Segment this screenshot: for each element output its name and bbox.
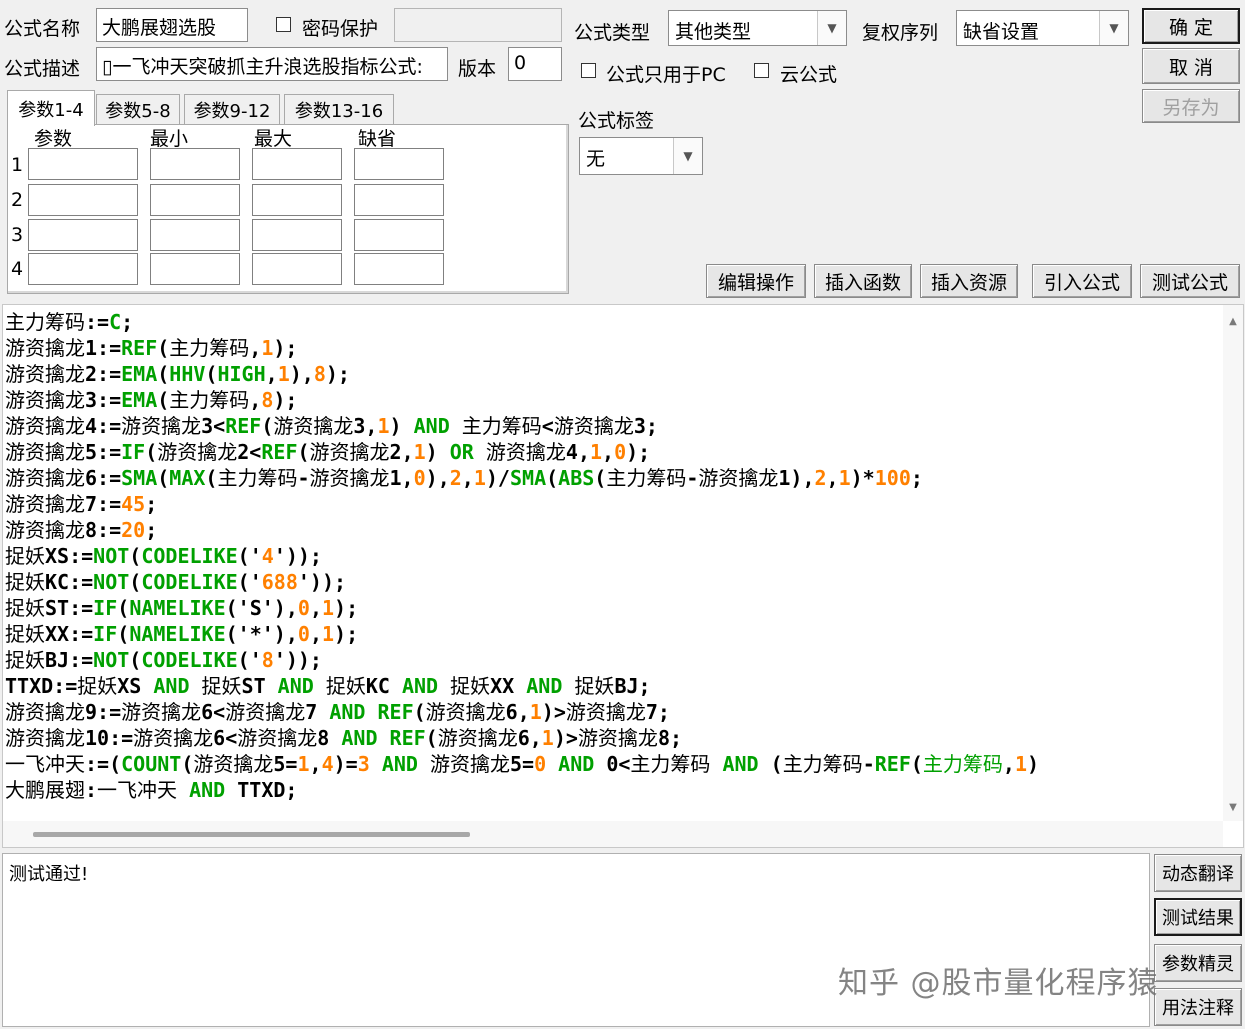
param-min-input[interactable] xyxy=(150,253,240,285)
usage-notes-button[interactable]: 用法注释 xyxy=(1154,988,1242,1026)
password-input[interactable] xyxy=(394,8,562,42)
dynamic-translate-button[interactable]: 动态翻译 xyxy=(1154,854,1242,892)
formula-code-editor[interactable]: 主力筹码:=C; 游资擒龙1:=REF(主力筹码,1); 游资擒龙2:=EMA(HH… xyxy=(2,304,1244,848)
insert-function-button[interactable]: 插入函数 xyxy=(814,264,912,298)
formula-type-label: 公式类型 xyxy=(574,22,651,44)
param-row-number: 3 xyxy=(11,224,24,246)
code-line: 捉妖XX:=IF(NAMELIKE('*'),0,1); xyxy=(5,622,359,646)
param-header-name: 参数 xyxy=(34,128,73,150)
edit-operations-button[interactable]: 编辑操作 xyxy=(706,264,806,298)
code-line: 一飞冲天:=(COUNT(游资擒龙5=1,4)=3 AND 游资擒龙5=0 AN… xyxy=(5,752,1040,776)
horizontal-scrollbar[interactable] xyxy=(3,821,1223,847)
param-default-input[interactable] xyxy=(354,148,444,180)
import-formula-button[interactable]: 引入公式 xyxy=(1032,264,1132,298)
param-name-input[interactable] xyxy=(28,184,138,216)
formula-tag-value: 无 xyxy=(586,148,606,170)
param-wizard-button[interactable]: 参数精灵 xyxy=(1154,944,1242,982)
param-min-input[interactable] xyxy=(150,148,240,180)
test-result-button[interactable]: 测试结果 xyxy=(1154,898,1242,936)
password-label: 密码保护 xyxy=(302,18,379,40)
code-line: 游资擒龙8:=20; xyxy=(5,518,158,542)
formula-code[interactable]: 主力筹码:=C; 游资擒龙1:=REF(主力筹码,1); 游资擒龙2:=EMA(HH… xyxy=(5,309,1221,803)
param-row-number: 1 xyxy=(11,154,24,176)
rights-value: 缺省设置 xyxy=(963,21,1040,43)
rights-label: 复权序列 xyxy=(862,22,939,44)
tab-params-9-12[interactable]: 参数9-12 xyxy=(184,94,280,124)
horizontal-scroll-thumb[interactable] xyxy=(33,832,470,837)
rights-select[interactable]: 缺省设置 ▼ xyxy=(956,10,1129,46)
param-name-input[interactable] xyxy=(28,219,138,251)
watermark: 知乎 @股市量化程序猿 xyxy=(838,966,1159,1001)
param-row-number: 2 xyxy=(11,189,24,211)
code-line: TTXD:=捉妖XS AND 捉妖ST AND 捉妖KC AND 捉妖XX AN… xyxy=(5,674,651,698)
param-header-default: 缺省 xyxy=(358,128,397,150)
cloud-formula-checkbox[interactable] xyxy=(754,63,769,78)
formula-name-input[interactable]: 大鹏展翅选股 xyxy=(96,8,248,42)
param-min-input[interactable] xyxy=(150,219,240,251)
param-max-input[interactable] xyxy=(252,148,342,180)
param-default-input[interactable] xyxy=(354,219,444,251)
code-line: 捉妖BJ:=NOT(CODELIKE('8')); xyxy=(5,648,322,672)
param-max-input[interactable] xyxy=(252,253,342,285)
vertical-scrollbar[interactable]: ▲ ▼ xyxy=(1223,305,1243,821)
formula-desc-label: 公式描述 xyxy=(4,58,81,80)
save-as-button[interactable]: 另存为 xyxy=(1142,89,1240,123)
param-default-input[interactable] xyxy=(354,253,444,285)
formula-name-label: 公式名称 xyxy=(4,18,81,40)
test-output-text: 测试通过! xyxy=(9,864,89,885)
param-row-number: 4 xyxy=(11,258,24,280)
formula-desc-input[interactable]: ▯一飞冲天突破抓主升浪选股指标公式: xyxy=(96,47,448,81)
version-input[interactable]: 0 xyxy=(508,47,562,81)
chevron-down-icon[interactable]: ▼ xyxy=(673,138,702,174)
cloud-formula-label: 云公式 xyxy=(780,64,838,86)
param-header-max: 最大 xyxy=(254,128,293,150)
ok-button[interactable]: 确 定 xyxy=(1142,8,1240,44)
formula-type-value: 其他类型 xyxy=(675,21,752,43)
test-formula-button[interactable]: 测试公式 xyxy=(1140,264,1240,298)
code-line: 捉妖ST:=IF(NAMELIKE('S'),0,1); xyxy=(5,596,359,620)
code-line: 游资擒龙10:=游资擒龙6<游资擒龙8 AND REF(游资擒龙6,1)>游资擒… xyxy=(5,726,683,750)
code-line: 游资擒龙5:=IF(游资擒龙2<REF(游资擒龙2,1) OR 游资擒龙4,1,… xyxy=(5,440,651,464)
tab-params-5-8[interactable]: 参数5-8 xyxy=(96,94,180,124)
tab-params-1-4[interactable]: 参数1-4 xyxy=(7,90,95,126)
cancel-button[interactable]: 取 消 xyxy=(1142,48,1240,84)
tab-params-13-16[interactable]: 参数13-16 xyxy=(284,94,394,124)
chevron-down-icon[interactable]: ▼ xyxy=(817,11,846,45)
chevron-down-icon[interactable]: ▼ xyxy=(1099,11,1128,45)
param-max-input[interactable] xyxy=(252,184,342,216)
pc-only-label: 公式只用于PC xyxy=(606,64,726,86)
formula-tag-select[interactable]: 无 ▼ xyxy=(579,137,703,175)
code-line: 捉妖KC:=NOT(CODELIKE('688')); xyxy=(5,570,347,594)
code-line: 游资擒龙6:=SMA(MAX(主力筹码-游资擒龙1,0),2,1)/SMA(AB… xyxy=(5,466,923,490)
code-line: 游资擒龙9:=游资擒龙6<游资擒龙7 AND REF(游资擒龙6,1)>游资擒龙… xyxy=(5,700,670,724)
code-line: 游资擒龙1:=REF(主力筹码,1); xyxy=(5,336,298,360)
code-line: 游资擒龙3:=EMA(主力筹码,8); xyxy=(5,388,298,412)
formula-tag-label: 公式标签 xyxy=(578,110,655,132)
param-name-input[interactable] xyxy=(28,253,138,285)
scroll-up-icon[interactable]: ▲ xyxy=(1223,311,1243,331)
code-line: 捉妖XS:=NOT(CODELIKE('4')); xyxy=(5,544,322,568)
code-line: 游资擒龙2:=EMA(HHV(HIGH,1),8); xyxy=(5,362,350,386)
param-max-input[interactable] xyxy=(252,219,342,251)
insert-resource-button[interactable]: 插入资源 xyxy=(920,264,1018,298)
formula-type-select[interactable]: 其他类型 ▼ xyxy=(668,10,847,46)
param-name-input[interactable] xyxy=(28,148,138,180)
param-min-input[interactable] xyxy=(150,184,240,216)
scroll-down-icon[interactable]: ▼ xyxy=(1223,797,1243,817)
code-line: 游资擒龙7:=45; xyxy=(5,492,158,516)
code-line: 游资擒龙4:=游资擒龙3<REF(游资擒龙3,1) AND 主力筹码<游资擒龙3… xyxy=(5,414,658,438)
param-header-min: 最小 xyxy=(150,128,189,150)
pc-only-checkbox[interactable] xyxy=(581,63,596,78)
code-line: 大鹏展翅:一飞冲天 AND TTXD; xyxy=(5,778,298,802)
password-checkbox[interactable] xyxy=(276,17,291,32)
code-line: 主力筹码:=C; xyxy=(5,310,134,334)
param-default-input[interactable] xyxy=(354,184,444,216)
version-label: 版本 xyxy=(458,58,497,80)
